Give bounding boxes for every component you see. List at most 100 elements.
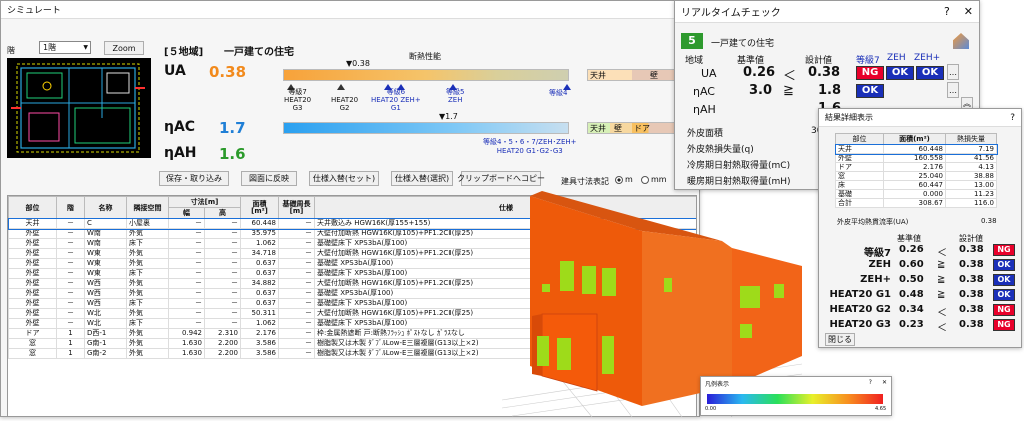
legend-close-icon[interactable]: ✕ [882, 379, 887, 388]
col-header-name: 名称 [84, 196, 127, 219]
window-2 [560, 261, 574, 291]
spec-replace-set-button[interactable]: 仕様入替(セット) [309, 171, 379, 186]
help-icon[interactable]: ? [944, 5, 950, 18]
table-cell: ドア [8, 328, 57, 339]
table-cell: － [168, 248, 205, 259]
floor-plan-view[interactable] [7, 58, 151, 158]
rt-ua-cmp: ＜ [783, 69, 797, 84]
clipboard-copy-button[interactable]: クリップボードへコピー [457, 171, 545, 186]
reflect-drawing-button[interactable]: 図面に反映 [241, 171, 297, 186]
col-header-area: 面積 [m²] [240, 196, 280, 219]
ceiling-label-ac: 天井 [590, 124, 606, 133]
criteria-row: ZEH 0.60 ≧ 0.38 OK [819, 258, 1023, 273]
criteria-design: 0.38 [959, 304, 984, 315]
region-label: [５地域] [164, 47, 204, 58]
table-cell: 外気 [126, 308, 169, 319]
table-cell: 外気 [126, 288, 169, 299]
criteria-cmp: ＜ [937, 248, 947, 259]
table-cell: － [278, 348, 316, 359]
table-cell: 2.176 [240, 328, 280, 339]
detail-row[interactable]: 外壁 160.558 41.56 [835, 153, 997, 163]
window-5 [537, 336, 549, 366]
detail-close-button[interactable]: 閉じる [825, 333, 855, 346]
table-cell: 外気 [126, 228, 169, 239]
close-icon[interactable]: ✕ [964, 5, 973, 18]
rt-ac-more-button[interactable]: … [947, 82, 959, 98]
table-cell: － [203, 238, 242, 249]
legend-window: 凡例表示 ? ✕ 0.00 4.65 [700, 376, 892, 416]
rt-info-0: 外皮面積 [687, 129, 724, 139]
detail-cell: 外壁 [835, 153, 884, 163]
table-cell: W西 [84, 278, 127, 289]
table-cell: 床下 [126, 318, 169, 329]
col-header-floor: 階 [56, 196, 85, 219]
detail-row[interactable]: ドア 2.176 4.13 [835, 162, 997, 172]
radio-mm[interactable] [641, 176, 649, 184]
detail-cell: 13.00 [945, 180, 997, 190]
table-cell: 外気 [126, 248, 169, 259]
criteria-cmp: ≧ [937, 259, 946, 270]
floor-select[interactable]: 1階 ▼ [39, 41, 91, 54]
table-cell: 外壁 [8, 238, 57, 249]
table-cell: 外壁 [8, 228, 57, 239]
table-cell: W北 [84, 308, 127, 319]
table-cell: － [203, 318, 242, 329]
legend-help-icon[interactable]: ? [869, 379, 872, 388]
ceiling-label: 天井 [590, 71, 606, 80]
radio-mm-label: mm [651, 175, 667, 184]
spec-replace-select-button[interactable]: 仕様入替(選択) [391, 171, 453, 186]
detail-col-area: 面積(m²) [883, 133, 946, 145]
rt-ac-badge: OK [856, 84, 884, 98]
detail-row[interactable]: 床 60.447 13.00 [835, 180, 997, 190]
criteria-label: ZEH [868, 259, 891, 270]
criteria-label: HEAT20 G2 [829, 304, 891, 315]
table-cell: － [56, 288, 85, 299]
realtime-title: リアルタイムチェック [681, 8, 781, 19]
col-header-adjacent: 隣接空間 [126, 196, 169, 219]
detail-row[interactable]: 合計 308.67 116.0 [835, 198, 997, 208]
table-cell: 34.882 [240, 278, 280, 289]
table-cell: － [203, 258, 242, 269]
save-import-button[interactable]: 保存・取り込み [159, 171, 229, 186]
zoom-button[interactable]: Zoom [104, 41, 144, 55]
table-cell: 0.637 [240, 288, 280, 299]
table-cell: － [56, 248, 85, 259]
table-cell: 0.942 [168, 328, 205, 339]
criteria-design: 0.38 [959, 259, 984, 270]
criteria-row: HEAT20 G3 0.23 ＜ 0.38 NG [819, 318, 1023, 334]
detail-row[interactable]: 基礎 0.000 11.23 [835, 189, 997, 199]
radio-m[interactable] [615, 176, 623, 184]
result-detail-window: 結果詳細表示 ? 部位 面積(m²) 熱損失量 天井 60.448 7.19 外壁 16… [818, 108, 1022, 348]
table-cell: 外壁 [8, 298, 57, 309]
legend-title: 凡例表示 [705, 381, 730, 388]
table-cell: 床下 [126, 298, 169, 309]
detail-row[interactable]: 窓 25.040 38.88 [835, 171, 997, 181]
rt-house-type: 一戸建ての住宅 [711, 39, 775, 49]
criteria-cmp: ≧ [937, 289, 946, 300]
table-cell: 窓 [8, 338, 57, 349]
rt-ua-more-button[interactable]: … [947, 64, 959, 80]
table-cell: C [84, 218, 127, 229]
rt-ah-label: ηAH [693, 103, 716, 116]
table-cell: － [168, 238, 205, 249]
table-cell: 1.062 [240, 238, 280, 249]
detail-row[interactable]: 天井 60.448 7.19 [834, 143, 998, 155]
criteria-design: 0.38 [959, 289, 984, 300]
detail-cell: ドア [835, 162, 884, 172]
rt-region-label: 地域 [685, 56, 704, 66]
detail-cell: 基礎 [835, 189, 884, 199]
chevron-down-icon: ▼ [83, 44, 88, 51]
detail-help-icon[interactable]: ? [1010, 113, 1015, 123]
criteria-label: 等級7 [864, 248, 891, 259]
rt-ua-g7-badge: NG [856, 66, 884, 80]
table-cell: － [168, 218, 205, 229]
criteria-result-badge: OK [993, 289, 1015, 301]
detail-cell: 11.23 [945, 189, 997, 199]
eta-ac-value: 1.7 [219, 119, 246, 137]
detail-cell: 60.447 [883, 180, 946, 190]
criteria-label: HEAT20 G1 [829, 289, 891, 300]
table-cell: 天井 [8, 218, 57, 229]
table-cell: 50.311 [240, 308, 280, 319]
table-cell: － [203, 248, 242, 259]
detail-cell: 4.13 [945, 162, 997, 172]
